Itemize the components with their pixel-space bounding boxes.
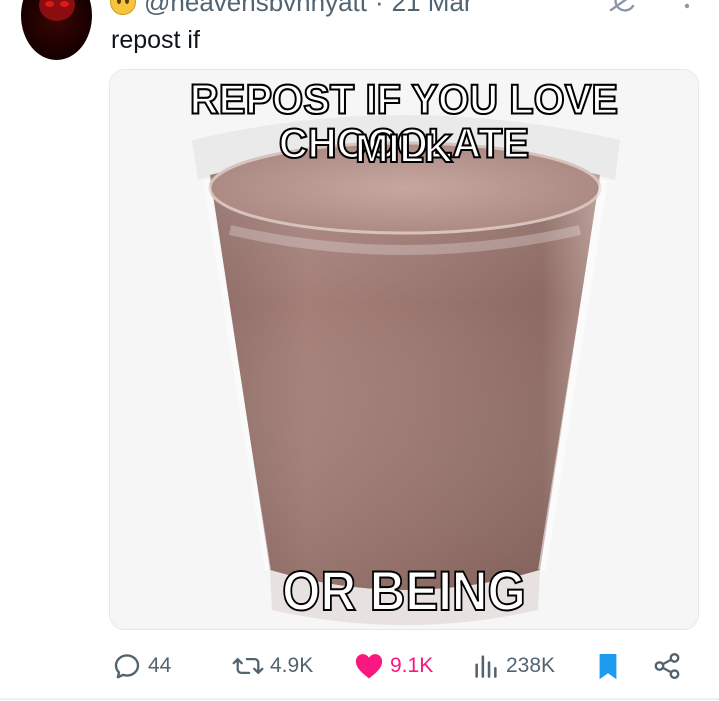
meme-caption-bottom: OR BEING DOMINATED [256,559,553,630]
tweet-text: repost if [111,26,200,54]
more-icon[interactable] [683,0,691,18]
tweet-top-actions [607,0,691,18]
repost-button[interactable]: 4.9K [232,646,313,686]
tweet-action-bar: 44 4.9K 9.1K 238K [108,646,698,686]
like-button[interactable]: 9.1K [354,646,433,686]
reply-icon [114,654,140,679]
tweet-media-image[interactable]: REPOST IF YOU LOVE CHOCOLATE MILK OR BEI… [109,69,699,630]
share-icon [654,652,680,680]
reply-count: 44 [148,654,172,677]
avatar[interactable] [21,0,92,60]
repost-count: 4.9K [270,654,314,677]
header-separator: · [374,0,384,17]
share-button[interactable] [652,646,682,686]
views-button[interactable]: 238K [472,646,555,686]
author-handle[interactable]: @heavensbvnnyatt [144,0,367,18]
tweet-divider [0,698,719,700]
smiley-emoji-icon [110,0,136,15]
tweet-date[interactable]: 21 Mar [392,0,473,18]
bookmark-icon [599,654,617,680]
tweet-header: @heavensbvnnyatt · 21 Mar [110,0,473,18]
grok-icon[interactable] [607,0,637,18]
views-icon [475,655,497,678]
heart-icon [355,654,383,679]
reply-button[interactable]: 44 [112,646,171,686]
like-count: 9.1K [390,654,434,677]
avatar-eye-left [45,1,54,7]
meme-caption-top-line2: MILK [354,127,454,171]
repost-icon [232,658,264,674]
avatar-eye-right [60,1,69,7]
views-count: 238K [506,654,556,677]
bookmark-button[interactable] [596,646,620,686]
